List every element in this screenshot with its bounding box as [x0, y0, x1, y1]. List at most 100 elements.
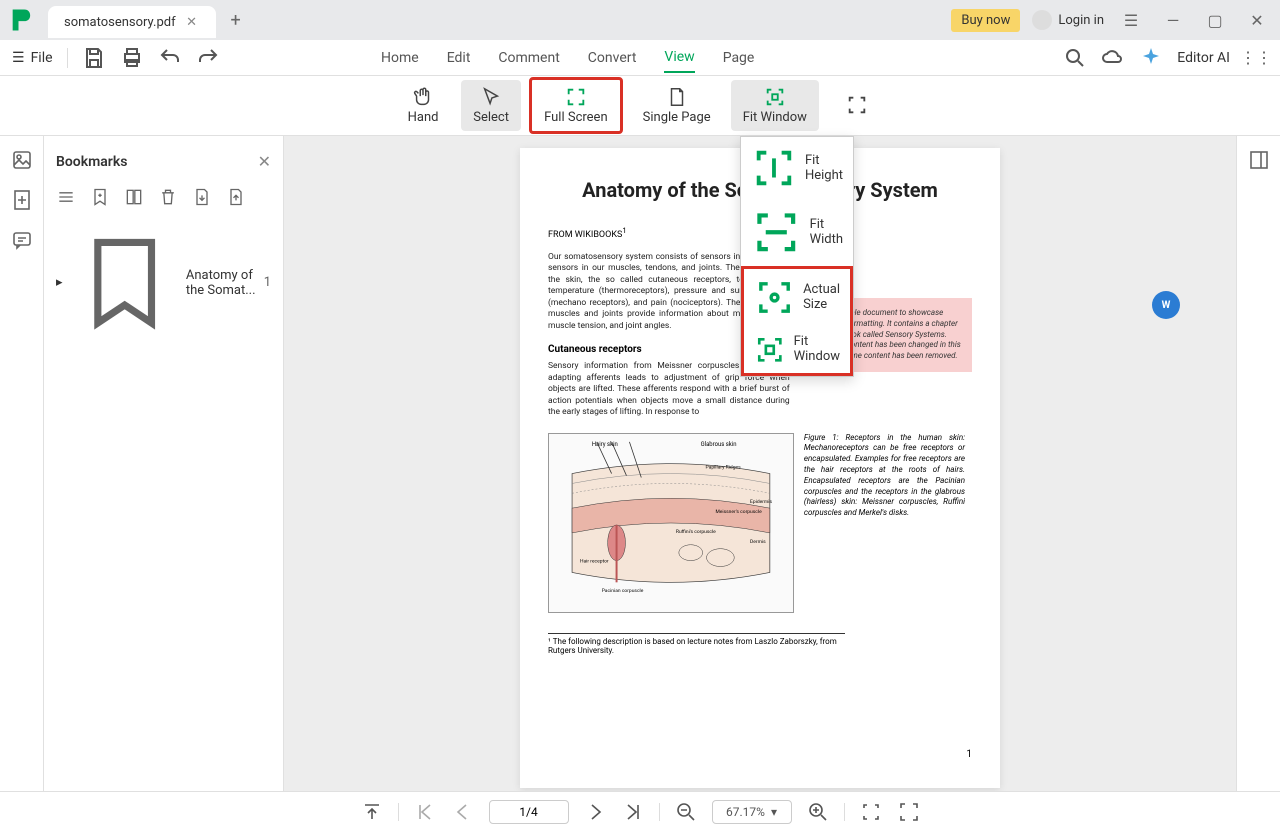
- buy-now-button[interactable]: Buy now: [951, 9, 1020, 32]
- view-ribbon: Hand Select Full Screen Single Page Fit …: [0, 76, 1280, 136]
- fit-dropdown: Fit Height Fit Width Actual Size Fit Win…: [740, 136, 854, 377]
- chevron-right-icon: ▸: [56, 275, 63, 290]
- bookmark-panel-icon[interactable]: [10, 188, 34, 212]
- fit-window-button[interactable]: Fit Window: [731, 80, 819, 131]
- save-icon[interactable]: [82, 46, 106, 70]
- fit-height-option[interactable]: Fit Height: [741, 137, 853, 199]
- svg-text:Meissner's corpuscle: Meissner's corpuscle: [715, 509, 762, 515]
- minimize-button[interactable]: —: [1158, 5, 1188, 35]
- hamburger-icon[interactable]: ☰: [1116, 5, 1146, 35]
- bookmark-item-page: 1: [264, 275, 271, 290]
- svg-text:Papillary Ridges: Papillary Ridges: [706, 464, 742, 470]
- page-number-input[interactable]: [489, 800, 569, 824]
- svg-text:Epidermis: Epidermis: [750, 499, 772, 505]
- fullscreen-label: Full Screen: [544, 110, 608, 125]
- bookmarks-panel: Bookmarks ✕ ▸ Anatomy of the Somat... 1: [44, 136, 284, 791]
- fit-extra-button[interactable]: [827, 88, 887, 124]
- svg-text:Pacinian corpuscle: Pacinian corpuscle: [602, 588, 644, 594]
- cloud-icon[interactable]: [1101, 46, 1125, 70]
- menu-home[interactable]: Home: [381, 44, 419, 72]
- single-page-button[interactable]: Single Page: [631, 80, 723, 131]
- cursor-icon: [480, 86, 502, 108]
- editor-ai-button[interactable]: Editor AI: [1177, 50, 1230, 66]
- fit-window-option[interactable]: Fit Window: [744, 326, 850, 374]
- toolbar: ☰ File Home Edit Comment Convert View Pa…: [0, 40, 1280, 76]
- fit-width-label: Fit Width: [810, 217, 843, 247]
- separator: [67, 48, 68, 68]
- doc-page-number: 1: [966, 749, 972, 760]
- last-page-icon[interactable]: [621, 800, 645, 824]
- hand-tool-button[interactable]: Hand: [393, 80, 453, 131]
- add-tab-button[interactable]: +: [224, 8, 248, 32]
- file-label: File: [31, 50, 53, 66]
- main-area: Bookmarks ✕ ▸ Anatomy of the Somat... 1 …: [0, 136, 1280, 791]
- delete-icon[interactable]: [158, 187, 178, 207]
- svg-text:Ruffini's corpuscle: Ruffini's corpuscle: [676, 528, 716, 535]
- titlebar: somatosensory.pdf ✕ + Buy now Login in ☰…: [0, 0, 1280, 40]
- bookmark-icon: [71, 229, 178, 336]
- undo-icon[interactable]: [158, 46, 182, 70]
- menu-comment[interactable]: Comment: [498, 44, 559, 72]
- left-toolbar: [0, 136, 44, 791]
- presentation-icon[interactable]: [897, 800, 921, 824]
- fit-height-label: Fit Height: [805, 153, 843, 183]
- next-page-icon[interactable]: [583, 800, 607, 824]
- fullscreen-icon: [565, 86, 587, 108]
- bookmark-item[interactable]: ▸ Anatomy of the Somat... 1: [56, 223, 271, 342]
- chevron-down-icon: ▾: [771, 805, 777, 819]
- first-page-icon[interactable]: [413, 800, 437, 824]
- search-icon[interactable]: [1063, 46, 1087, 70]
- thumbnails-icon[interactable]: [10, 148, 34, 172]
- select-tool-button[interactable]: Select: [461, 80, 521, 131]
- svg-text:Dermis: Dermis: [750, 538, 766, 544]
- import-icon[interactable]: [226, 187, 246, 207]
- close-bookmarks-icon[interactable]: ✕: [258, 152, 271, 171]
- bookmark-item-label: Anatomy of the Somat...: [186, 268, 256, 298]
- comment-panel-icon[interactable]: [10, 228, 34, 252]
- file-menu-button[interactable]: ☰ File: [12, 50, 53, 66]
- actual-size-option[interactable]: Actual Size: [744, 269, 850, 326]
- menu-page[interactable]: Page: [723, 44, 755, 72]
- single-page-label: Single Page: [643, 110, 711, 125]
- svg-text:Hair receptor: Hair receptor: [580, 558, 609, 564]
- print-icon[interactable]: [120, 46, 144, 70]
- zoom-out-icon[interactable]: [674, 800, 698, 824]
- maximize-button[interactable]: ▢: [1200, 5, 1230, 35]
- hand-icon: [412, 86, 434, 108]
- separator: [844, 803, 845, 821]
- convert-to-word-badge[interactable]: W: [1152, 291, 1180, 319]
- ai-sparkle-icon[interactable]: [1139, 46, 1163, 70]
- zoom-in-icon[interactable]: [806, 800, 830, 824]
- prev-page-icon[interactable]: [451, 800, 475, 824]
- fit-window-dd-label: Fit Window: [794, 334, 840, 364]
- fit-width-option[interactable]: Fit Width: [741, 199, 853, 266]
- select-label: Select: [473, 110, 509, 125]
- export-icon[interactable]: [192, 187, 212, 207]
- svg-text:Glabrous skin: Glabrous skin: [701, 440, 737, 447]
- doc-footnote: ¹ The following description is based on …: [548, 633, 845, 655]
- redo-icon[interactable]: [196, 46, 220, 70]
- close-window-button[interactable]: ✕: [1242, 5, 1272, 35]
- full-screen-button[interactable]: Full Screen: [529, 77, 623, 134]
- bookmark-tools: [56, 187, 271, 207]
- fit-icon[interactable]: [859, 800, 883, 824]
- doc-from: FROM WIKIBOOKS: [548, 230, 622, 240]
- zoom-select[interactable]: 67.17% ▾: [712, 800, 792, 824]
- close-tab-icon[interactable]: ✕: [184, 14, 200, 30]
- menu-view[interactable]: View: [664, 43, 694, 73]
- menu-edit[interactable]: Edit: [447, 44, 471, 72]
- scroll-top-icon[interactable]: [360, 800, 384, 824]
- menu-convert[interactable]: Convert: [588, 44, 637, 72]
- expand-icon[interactable]: [124, 187, 144, 207]
- right-panel-icon[interactable]: [1247, 148, 1271, 172]
- page-icon: [666, 86, 688, 108]
- document-tab[interactable]: somatosensory.pdf ✕: [48, 6, 216, 38]
- more-icon[interactable]: ⋮⋮: [1244, 46, 1268, 70]
- collapse-icon[interactable]: [56, 187, 76, 207]
- login-button[interactable]: Login in: [1032, 10, 1104, 30]
- zoom-value: 67.17%: [726, 805, 765, 819]
- add-bookmark-icon[interactable]: [90, 187, 110, 207]
- login-label: Login in: [1058, 13, 1104, 28]
- separator: [659, 803, 660, 821]
- actual-size-label: Actual Size: [803, 282, 840, 312]
